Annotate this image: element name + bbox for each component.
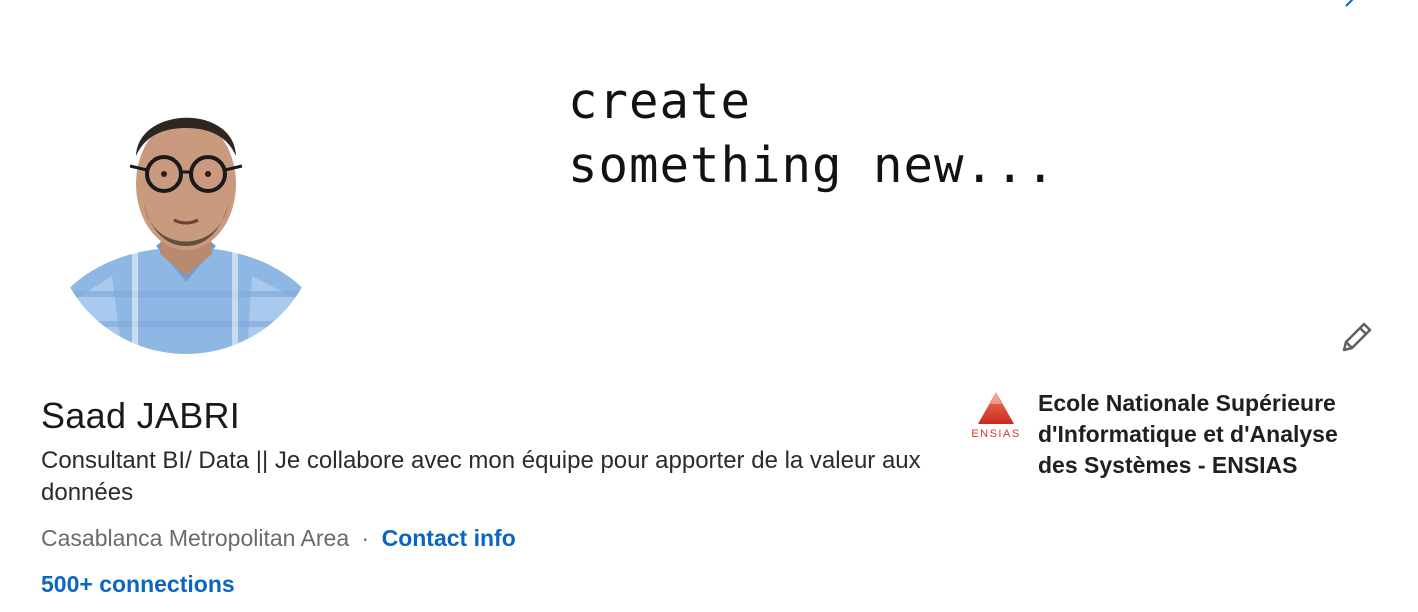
- banner-edit-icon[interactable]: [1344, 0, 1362, 8]
- location-row: Casablanca Metropolitan Area · Contact i…: [41, 525, 516, 552]
- profile-photo[interactable]: [52, 86, 320, 354]
- education-entry[interactable]: ENSIAS Ecole Nationale Supérieure d'Info…: [966, 388, 1368, 481]
- school-name: Ecole Nationale Supérieure d'Informatiqu…: [1038, 390, 1338, 478]
- profile-name: Saad JABRI: [41, 395, 241, 436]
- school-logo-text: ENSIAS: [971, 428, 1021, 440]
- location-text: Casablanca Metropolitan Area: [41, 525, 350, 551]
- connections-link[interactable]: 500+ connections: [41, 571, 235, 598]
- banner-line-2: something new...: [568, 137, 1057, 194]
- profile-card: create something new... Saad JABRI Consu…: [0, 0, 1418, 612]
- edit-intro-pencil-icon[interactable]: [1336, 318, 1376, 358]
- ensias-logo-icon: ENSIAS: [966, 388, 1026, 444]
- banner-line-1: create: [568, 73, 752, 130]
- banner-text: create something new...: [568, 70, 1056, 198]
- location-separator: ·: [361, 525, 370, 551]
- contact-info-link[interactable]: Contact info: [382, 525, 516, 551]
- avatar-image: [52, 117, 320, 354]
- profile-headline: Consultant BI/ Data || Je collabore avec…: [41, 447, 921, 506]
